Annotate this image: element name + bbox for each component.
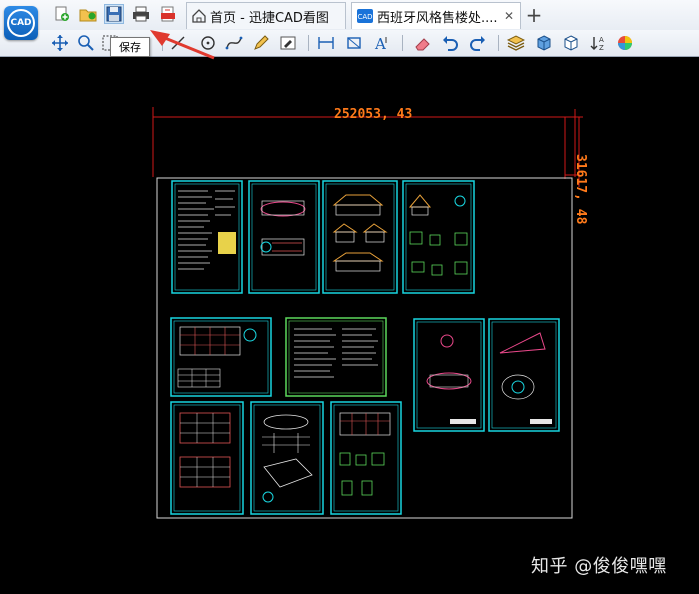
sheet-2 — [248, 180, 320, 294]
open-file-button[interactable] — [78, 4, 98, 24]
tab-home[interactable]: 首页 - 迅捷CAD看图 — [186, 2, 346, 29]
drawing-svg — [152, 57, 583, 519]
sheet-8 — [488, 318, 560, 432]
zoom-icon — [78, 35, 94, 51]
pan-button[interactable] — [50, 33, 70, 53]
circle-tool-icon — [201, 36, 215, 50]
new-tab-button[interactable]: + — [524, 3, 544, 27]
toolbar-divider — [308, 35, 309, 51]
sheet-11 — [330, 401, 402, 515]
linear-dimension-icon — [318, 37, 334, 49]
cad-file-icon: CAD — [357, 9, 373, 23]
dimension-height-label: 31617, 48 — [573, 154, 588, 225]
toolbar: A AZ — [0, 30, 699, 57]
app-logo[interactable]: CAD — [4, 6, 38, 40]
block-button[interactable] — [561, 33, 581, 53]
undo-button[interactable] — [440, 33, 460, 53]
block-icon — [564, 35, 578, 51]
svg-text:CAD: CAD — [357, 13, 372, 21]
svg-text:Z: Z — [599, 44, 604, 52]
toolbar-divider — [402, 35, 403, 51]
curve-tool-button[interactable] — [224, 33, 244, 53]
sheet-6 — [285, 317, 387, 397]
save-tooltip: 保存 — [110, 37, 150, 57]
text-annotate-button[interactable] — [278, 33, 298, 53]
curve-tool-icon — [225, 36, 243, 50]
print-button[interactable] — [131, 4, 151, 24]
color-button[interactable] — [615, 33, 635, 53]
sort-icon: AZ — [590, 36, 604, 52]
sheet-9 — [170, 401, 244, 515]
tab-home-label: 首页 - 迅捷CAD看图 — [210, 10, 329, 26]
sheet-7 — [413, 318, 485, 432]
zoom-button[interactable] — [76, 33, 96, 53]
undo-icon — [443, 36, 458, 51]
svg-text:A: A — [599, 36, 604, 44]
printer-icon — [133, 6, 149, 22]
dimension-width-label: 252053, 43 — [334, 107, 413, 122]
sheet-1 — [171, 180, 243, 294]
line-tool-icon — [171, 36, 185, 50]
pencil-tool-button[interactable] — [251, 33, 271, 53]
measure-area-button[interactable] — [344, 33, 364, 53]
watermark: 知乎 @俊俊嘿嘿 — [531, 556, 667, 577]
pan-move-icon — [52, 35, 68, 51]
export-pdf-button[interactable] — [158, 4, 178, 24]
layers-icon — [507, 35, 525, 51]
pencil-icon — [254, 35, 269, 50]
area-measure-icon — [347, 37, 361, 49]
3d-view-button[interactable] — [534, 33, 554, 53]
eraser-icon — [415, 38, 430, 51]
close-tab-icon[interactable]: ✕ — [504, 9, 514, 23]
cube-icon — [537, 35, 551, 51]
folder-open-icon — [79, 9, 97, 22]
text-tool-button[interactable]: A — [372, 33, 392, 53]
text-tool-icon: A — [374, 35, 387, 52]
line-tool-button[interactable] — [168, 33, 188, 53]
measure-linear-button[interactable] — [316, 33, 336, 53]
tab-drawing[interactable]: CAD 西班牙风格售楼处.... ✕ — [351, 2, 521, 29]
new-file-button[interactable] — [52, 4, 72, 24]
circle-tool-button[interactable] — [198, 33, 218, 53]
eraser-button[interactable] — [412, 33, 432, 53]
redo-button[interactable] — [468, 33, 488, 53]
sheet-3 — [322, 180, 398, 294]
title-bar: CAD 首页 - 迅捷CAD看图 CAD 西班牙风格售楼处.... ✕ + — [0, 0, 699, 40]
pdf-export-icon — [161, 6, 175, 22]
sheet-5 — [170, 317, 272, 397]
annotate-icon — [280, 36, 296, 50]
layers-button[interactable] — [506, 33, 526, 53]
home-icon — [192, 9, 206, 23]
save-button[interactable] — [104, 4, 124, 24]
toolbar-divider — [162, 35, 163, 51]
sheet-10 — [250, 401, 324, 515]
toolbar-divider — [498, 35, 499, 51]
color-wheel-icon — [618, 36, 632, 50]
svg-text:A: A — [374, 35, 386, 52]
app-logo-text: CAD — [7, 9, 35, 37]
floppy-disk-icon — [106, 6, 122, 22]
sheet-4 — [402, 180, 475, 294]
tab-drawing-label: 西班牙风格售楼处.... — [377, 10, 498, 26]
new-file-icon — [55, 6, 69, 21]
sort-button[interactable]: AZ — [589, 33, 609, 53]
drawing-canvas[interactable]: 252053, 43 31617, 48 — [0, 57, 699, 594]
redo-icon — [470, 36, 485, 51]
